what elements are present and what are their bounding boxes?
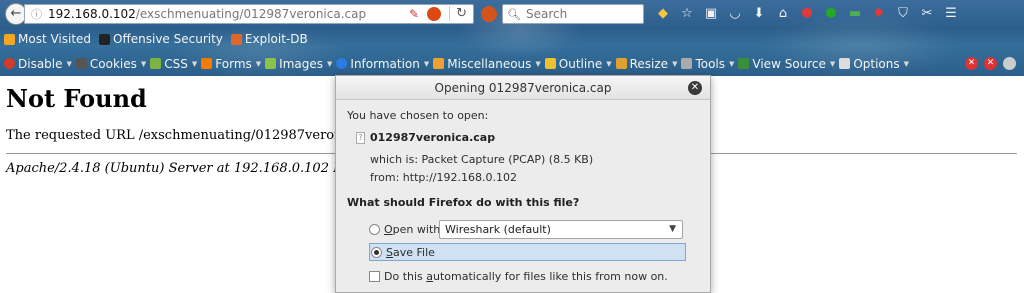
reader-view-icon[interactable]: ✎ [409, 7, 419, 21]
open-with-row: Open with Wireshark (default) ▼ [369, 220, 687, 239]
url-path: /exschmenuating/012987veronica.cap [135, 7, 367, 21]
exploit-db-icon [230, 33, 242, 45]
wd-options[interactable]: Options ▼ [839, 57, 909, 71]
save-file-label[interactable]: Save File [386, 246, 435, 259]
folder-icon [4, 33, 15, 45]
images-icon [265, 58, 277, 69]
open-with-app-select[interactable]: Wireshark (default) ▼ [439, 220, 683, 239]
page-title: Not Found [6, 84, 147, 113]
tools-icon[interactable]: ✂ [918, 5, 936, 23]
foxyproxy-icon[interactable]: ✸ [870, 5, 888, 23]
ublock-icon[interactable]: ⬢ [798, 5, 816, 23]
download-icon[interactable]: ⬇ [750, 5, 768, 23]
close-icon[interactable]: ✕ [688, 81, 702, 95]
open-with-label[interactable]: Open with [384, 223, 440, 236]
wd-images[interactable]: Images ▼ [265, 57, 332, 71]
error-icon[interactable]: ✕ [984, 57, 997, 70]
save-file-row[interactable]: Save File [369, 243, 686, 261]
url-bar[interactable]: ⓘ 192.168.0.102/exschmenuating/012987ver… [24, 4, 474, 24]
ubuntu-icon[interactable] [427, 6, 442, 21]
browser-chrome: ← ⓘ 192.168.0.102/exschmenuating/012987v… [0, 0, 1024, 76]
search-engine-icon[interactable] [481, 6, 497, 22]
web-developer-toolbar: Disable ▼ Cookies ▼ CSS ▼ Forms ▼ Images ▼ In… [0, 53, 1024, 74]
wd-information[interactable]: Information ▼ [336, 57, 429, 71]
file-row: ? 012987veronica.cap [356, 131, 495, 144]
url-host: 192.168.0.102 [48, 7, 136, 21]
bookmark-most-visited[interactable]: Most Visited [4, 32, 91, 46]
miscellaneous-icon [433, 58, 445, 69]
wd-resize[interactable]: Resize ▼ [615, 57, 677, 71]
wd-css[interactable]: CSS ▼ [150, 57, 197, 71]
css-icon [150, 58, 162, 69]
error-icon[interactable]: ✕ [965, 57, 978, 70]
bookmark-exploit-db[interactable]: Exploit-DB [230, 32, 308, 46]
open-with-app-value: Wireshark (default) [445, 223, 551, 236]
bookmarks-toolbar: Most Visited Offensive Security Exploit-… [0, 29, 308, 49]
reload-icon[interactable]: ↻ [449, 6, 467, 21]
bookmark-star-icon[interactable]: ☆ [678, 5, 696, 23]
extension-icon[interactable]: ◆ [654, 5, 672, 23]
search-input[interactable]: 🔍︎ Search [502, 4, 644, 24]
outline-icon [544, 58, 556, 69]
wd-tools[interactable]: Tools ▼ [681, 57, 734, 71]
menu-icon[interactable]: ☰ [942, 5, 960, 23]
home-icon[interactable]: ⌂ [774, 5, 792, 23]
dialog-titlebar[interactable]: Opening 012987veronica.cap ✕ [336, 76, 710, 100]
information-icon [336, 58, 348, 69]
open-with-radio[interactable] [369, 224, 380, 235]
view-source-icon [738, 58, 750, 69]
search-placeholder: Search [525, 7, 568, 21]
resize-icon [615, 58, 627, 69]
auto-action-label[interactable]: Do this automatically for files like thi… [384, 270, 668, 283]
back-arrow-icon: ← [10, 6, 22, 21]
wd-outline[interactable]: Outline ▼ [544, 57, 612, 71]
disable-icon [4, 58, 15, 69]
status-dot-icon[interactable] [1003, 57, 1016, 70]
noscript-icon[interactable]: ⬢ [822, 5, 840, 23]
file-type-info: which is: Packet Capture (PCAP) (8.5 KB) [370, 153, 594, 166]
action-question: What should Firefox do with this file? [347, 196, 580, 209]
error-message: The requested URL /exschmenuating/012987… [6, 128, 374, 143]
webdev-status-icons: ✕ ✕ [965, 57, 1016, 70]
file-source: from: http://192.168.0.102 [370, 171, 517, 184]
options-icon [839, 58, 851, 69]
auto-action-checkbox[interactable] [369, 271, 380, 282]
wd-miscellaneous[interactable]: Miscellaneous ▼ [433, 57, 541, 71]
info-icon[interactable]: ⓘ [31, 6, 42, 22]
dropdown-arrow-icon: ▼ [669, 224, 676, 234]
toolbar-icons: ◆ ☆ ▣ ◡ ⬇ ⌂ ⬢ ⬢ ▬ ✸ ⛉ ✂ ☰ [654, 5, 960, 23]
wd-view-source[interactable]: View Source ▼ [738, 57, 835, 71]
wd-cookies[interactable]: Cookies ▼ [75, 57, 146, 71]
bookmark-offensive-security[interactable]: Offensive Security [99, 32, 223, 46]
tools-wrench-icon [681, 58, 693, 69]
server-signature: Apache/2.4.18 (Ubuntu) Server at 192.168… [6, 161, 373, 176]
wd-disable[interactable]: Disable ▼ [4, 57, 72, 71]
file-type-icon: ? [356, 131, 365, 144]
navigation-bar: ← ⓘ 192.168.0.102/exschmenuating/012987v… [0, 0, 1024, 28]
file-name: 012987veronica.cap [370, 131, 496, 144]
auto-action-row: Do this automatically for files like thi… [369, 270, 668, 283]
cookies-icon [75, 58, 87, 69]
forms-icon [201, 58, 213, 69]
save-file-radio[interactable] [371, 246, 382, 258]
dialog-title: Opening 012987veronica.cap [434, 81, 612, 95]
chosen-label: You have chosen to open: [347, 109, 489, 122]
pocket-icon[interactable]: ◡ [726, 5, 744, 23]
offsec-icon [99, 33, 111, 45]
addon-icon[interactable]: ▬ [846, 5, 864, 23]
search-icon: 🔍︎ [507, 7, 521, 21]
wd-forms[interactable]: Forms ▼ [201, 57, 261, 71]
shield-icon[interactable]: ⛉ [894, 5, 912, 23]
clipboard-icon[interactable]: ▣ [702, 5, 720, 23]
download-dialog: Opening 012987veronica.cap ✕ You have ch… [335, 75, 711, 293]
